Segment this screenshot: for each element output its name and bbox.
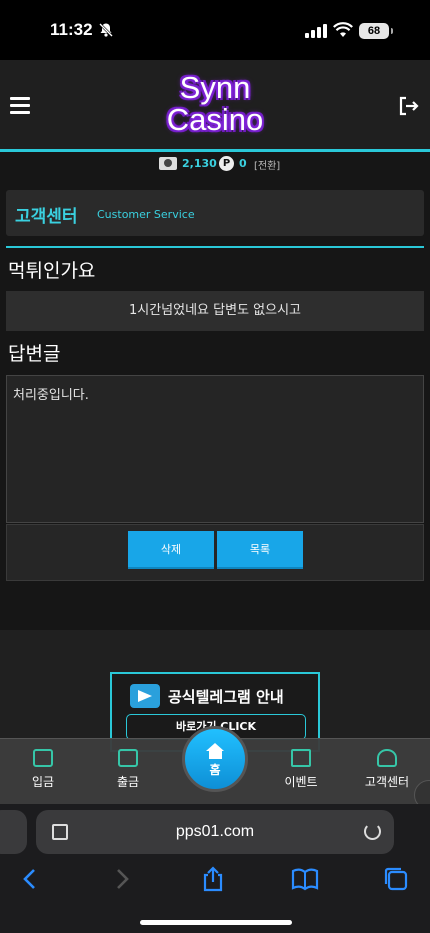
home-indicator [140, 920, 292, 925]
logo-line-1: Synn [179, 70, 251, 105]
answer-text: 처리중입니다. [6, 375, 424, 523]
point-icon: P [219, 156, 234, 171]
money-icon [159, 157, 177, 170]
forward-icon[interactable] [108, 866, 136, 892]
list-button[interactable]: 목록 [217, 531, 303, 569]
battery-indicator: 68 [359, 23, 393, 39]
nav-event[interactable]: 이벤트 [261, 749, 341, 790]
balance-bar: 2,130 P 0 [전환] [0, 152, 430, 176]
headset-icon [377, 749, 397, 767]
url-text: pps01.com [175, 823, 255, 840]
cellular-signal-icon [305, 24, 327, 38]
ios-status-bar: 11:32 68 [0, 0, 430, 60]
question-body: 1시간넘었네요 답변도 없으시고 [6, 291, 424, 331]
address-bar[interactable]: pps01.com [36, 810, 394, 854]
section-header: 고객센터 Customer Service [6, 190, 424, 236]
wallet-icon [118, 749, 138, 767]
nav-withdraw[interactable]: 출금 [88, 749, 168, 790]
nav-withdraw-label: 출금 [116, 775, 140, 789]
page-title: 고객센터 [15, 207, 78, 227]
delete-button[interactable]: 삭제 [128, 531, 214, 569]
nav-support[interactable]: 고객센터 [347, 749, 427, 790]
gift-icon [291, 749, 311, 767]
tabs-icon[interactable] [383, 866, 411, 892]
previous-tab[interactable] [0, 810, 27, 854]
site-logo[interactable]: Synn Casino [140, 72, 290, 136]
question-title: 먹튀인가요 [8, 260, 96, 282]
reload-icon[interactable] [364, 823, 381, 840]
money-balance: 2,130 [182, 157, 217, 170]
telegram-banner-title: 공식텔레그램 안내 [168, 688, 284, 706]
deposit-icon [33, 749, 53, 767]
back-icon[interactable] [16, 866, 44, 892]
browser-toolbar: pps01.com [0, 804, 430, 933]
nav-deposit[interactable]: 입금 [3, 749, 83, 790]
logout-icon[interactable] [398, 96, 420, 116]
wifi-icon [333, 22, 353, 37]
logo-line-2: Casino [166, 102, 264, 137]
silent-bell-icon [99, 23, 113, 37]
bookmarks-icon[interactable] [291, 866, 319, 892]
point-balance: 0 [239, 157, 247, 170]
nav-home-label: 홈 [209, 763, 221, 777]
nav-event-label: 이벤트 [284, 775, 318, 789]
main-content: 고객센터 Customer Service 먹튀인가요 1시간넘었네요 답변도 … [0, 176, 430, 630]
share-icon[interactable] [199, 866, 227, 892]
answer-heading: 답변글 [8, 343, 61, 365]
nav-home-button[interactable]: 홈 [182, 726, 248, 792]
convert-link[interactable]: [전환] [254, 157, 280, 172]
hamburger-menu-icon[interactable] [10, 97, 30, 115]
action-bar: 삭제 목록 [6, 524, 424, 581]
nav-deposit-label: 입금 [31, 775, 55, 789]
telegram-icon [130, 684, 160, 708]
divider [6, 246, 424, 248]
page-subtitle: Customer Service [97, 208, 195, 221]
status-time: 11:32 [50, 20, 93, 39]
site-header: Synn Casino [0, 60, 430, 152]
home-icon [206, 743, 224, 751]
